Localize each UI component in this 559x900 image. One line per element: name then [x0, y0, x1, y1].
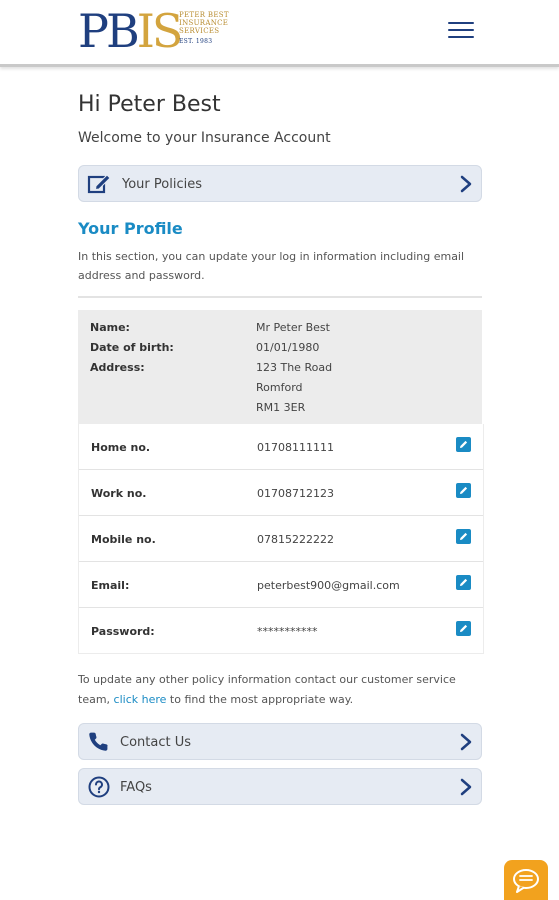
edit-work-number-button[interactable]: [456, 483, 471, 498]
contact-details-list: Home no. 01708111111 Work no. 0170871212…: [78, 424, 484, 654]
address-line-1: 123 The Road: [256, 361, 333, 374]
dob-value: 01/01/1980: [256, 341, 320, 354]
logo-tagline: PETER BEST INSURANCE SERVICES EST. 1983: [179, 11, 229, 45]
personal-info-block: Name: Mr Peter Best Date of birth: 01/01…: [78, 310, 482, 424]
row-label: Password:: [91, 625, 155, 638]
logo-mark: PBIS: [78, 4, 183, 58]
pencil-icon: [460, 486, 468, 494]
row-value: ***********: [257, 625, 318, 638]
row-label: Email:: [91, 579, 130, 592]
update-info-note: To update any other policy information c…: [78, 673, 456, 706]
greeting-heading: Hi Peter Best: [78, 92, 221, 117]
dob-label: Date of birth:: [90, 341, 174, 354]
phone-icon: [89, 732, 108, 751]
row-value: peterbest900@gmail.com: [257, 579, 400, 592]
row-label: Home no.: [91, 441, 151, 454]
row-label: Mobile no.: [91, 533, 156, 546]
click-here-link[interactable]: click here: [114, 693, 167, 706]
pencil-icon: [460, 532, 468, 540]
row-value: 01708712123: [257, 487, 334, 500]
chat-bubble-icon: [513, 869, 539, 893]
contact-us-label: Contact Us: [120, 735, 191, 750]
edit-password-button[interactable]: [456, 621, 471, 636]
welcome-text: Welcome to your Insurance Account: [78, 130, 331, 146]
app-header: PBIS PETER BEST INSURANCE SERVICES EST. …: [0, 0, 559, 67]
address-line-2: Romford: [256, 381, 303, 394]
your-policies-label: Your Policies: [122, 177, 202, 192]
faqs-button[interactable]: FAQs: [78, 768, 482, 805]
edit-home-number-button[interactable]: [456, 437, 471, 452]
work-number-row: Work no. 01708712123: [79, 470, 483, 516]
profile-description: In this section, you can update your log…: [78, 250, 465, 282]
mobile-number-row: Mobile no. 07815222222: [79, 516, 483, 562]
email-row: Email: peterbest900@gmail.com: [79, 562, 483, 608]
home-number-row: Home no. 01708111111: [79, 424, 483, 470]
profile-title: Your Profile: [78, 219, 183, 238]
edit-mobile-number-button[interactable]: [456, 529, 471, 544]
chevron-right-icon: [460, 733, 472, 751]
chat-button[interactable]: [504, 860, 548, 900]
pencil-icon: [460, 624, 468, 632]
name-label: Name:: [90, 321, 130, 334]
contact-us-button[interactable]: Contact Us: [78, 723, 482, 760]
name-value: Mr Peter Best: [256, 321, 330, 334]
edit-email-button[interactable]: [456, 575, 471, 590]
your-policies-button[interactable]: Your Policies: [78, 165, 482, 202]
address-label: Address:: [90, 361, 145, 374]
row-value: 01708111111: [257, 441, 334, 454]
divider: [78, 296, 482, 298]
row-label: Work no.: [91, 487, 147, 500]
pencil-icon: [460, 578, 468, 586]
chevron-right-icon: [460, 175, 472, 193]
faqs-label: FAQs: [120, 780, 152, 795]
edit-document-icon: [87, 174, 111, 194]
row-value: 07815222222: [257, 533, 334, 546]
question-circle-icon: [88, 776, 110, 798]
hamburger-menu-icon[interactable]: [448, 22, 474, 42]
pencil-icon: [460, 440, 468, 448]
chevron-right-icon: [460, 778, 472, 796]
address-line-3: RM1 3ER: [256, 401, 306, 414]
password-row: Password: ***********: [79, 608, 483, 654]
